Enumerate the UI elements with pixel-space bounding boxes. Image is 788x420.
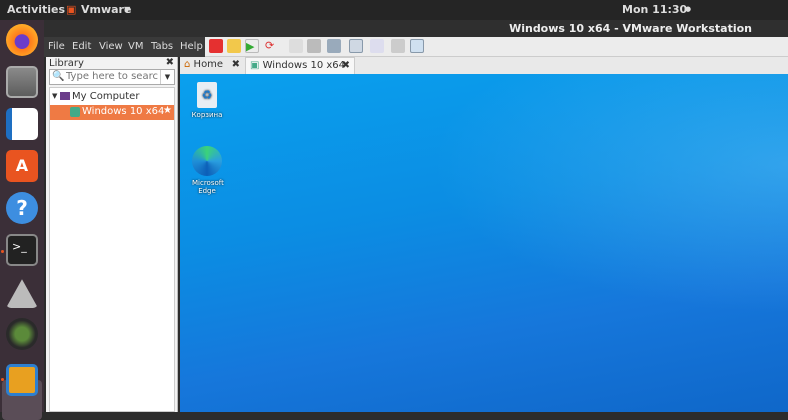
window-title: Windows 10 x64 - VMware Workstation [509,22,752,35]
tree-item-windows-10[interactable]: Windows 10 x64 ★ [50,105,174,120]
writer-icon[interactable] [6,108,38,140]
vm-icon [70,107,80,117]
wallpaper-glow [430,74,788,314]
files-icon[interactable] [6,66,38,98]
terminal-icon[interactable]: >_ [6,234,38,266]
firefox-icon[interactable] [6,24,38,56]
search-icon: 🔍 [52,71,65,82]
notification-dot-icon: ● [685,5,692,13]
vm-icon: ▣ [250,60,260,71]
tab-label: Home [193,59,224,70]
window-titlebar: Windows 10 x64 - VMware Workstation [44,20,788,38]
close-icon[interactable]: ✖ [342,60,350,71]
menu-vm[interactable]: VM [128,41,143,52]
desktop-icon-recycle-bin[interactable]: ♻ Корзина [184,82,230,119]
expand-arrow-icon[interactable]: ▼ [52,92,57,100]
menu-bar: File Edit View VM Tabs Help [44,37,205,57]
library-panel: Library ✖ 🔍 ▼ ▼ My Computer Windows 10 x6… [46,57,178,412]
tab-windows-10[interactable]: ▣ Windows 10 x64 ✖ [245,57,355,74]
menu-help[interactable]: Help [180,41,203,52]
recycle-bin-icon: ♻ [197,82,217,108]
activities-button[interactable]: Activities [7,3,65,16]
close-icon[interactable]: ✖ [232,59,240,70]
globe-app-icon[interactable] [6,318,38,350]
fullscreen-icon[interactable] [391,39,405,53]
tab-label: Windows 10 x64 [262,60,346,71]
running-indicator [1,250,4,253]
reset-icon[interactable]: ⟳ [265,39,279,53]
close-icon[interactable]: ✖ [166,57,174,68]
settings-tool-icon[interactable] [6,279,38,308]
tab-bar: ⌂ Home ✖ ▣ Windows 10 x64 ✖ [180,57,788,74]
unity-icon[interactable] [410,39,424,53]
vmware-app-icon: ▣ [66,3,77,16]
icon-label: Корзина [191,111,223,119]
tree-label: Windows 10 x64 [82,106,165,117]
home-icon: ⌂ [184,59,191,70]
clock[interactable]: Mon 11:30 [622,3,687,16]
snapshot-manager-icon[interactable] [327,39,341,53]
software-center-icon[interactable]: A [6,150,38,182]
library-tree: ▼ My Computer Windows 10 x64 ★ [49,87,175,412]
tree-label: My Computer [72,91,140,102]
thumbnail-bar-icon[interactable] [370,39,384,53]
chevron-down-icon: ▼ [124,5,131,14]
snapshot-icon[interactable] [289,39,303,53]
chevron-down-icon[interactable]: ▼ [160,70,174,84]
running-indicator [1,378,4,381]
revert-snapshot-icon[interactable] [307,39,321,53]
help-icon[interactable]: ? [6,192,38,224]
library-search[interactable]: 🔍 ▼ [49,69,175,85]
tab-home[interactable]: ⌂ Home ✖ [180,57,244,74]
toolbar: ▶ ⟳ [205,37,788,57]
dock: A ? >_ [0,20,44,420]
menu-view[interactable]: View [99,41,123,52]
tree-item-my-computer[interactable]: ▼ My Computer [50,90,174,105]
library-toggle-icon[interactable] [349,39,363,53]
menu-file[interactable]: File [48,41,65,52]
computer-icon [60,92,70,100]
suspend-icon[interactable] [227,39,241,53]
vm-display[interactable]: ♻ Корзина Microsoft Edge [180,74,788,412]
icon-label: Microsoft Edge [192,179,224,195]
desktop-icon-edge[interactable]: Microsoft Edge [184,146,230,195]
vmware-icon[interactable] [6,364,38,396]
power-off-icon[interactable] [209,39,223,53]
star-icon[interactable]: ★ [163,105,172,116]
search-input[interactable] [66,71,158,82]
top-bar: Activities ▣ Vmware ▼ Mon 11:30 ● [0,0,788,20]
library-title: Library [49,58,84,69]
edge-icon [192,146,222,176]
menu-edit[interactable]: Edit [72,41,91,52]
menu-tabs[interactable]: Tabs [151,41,173,52]
play-icon[interactable]: ▶ [245,39,259,53]
